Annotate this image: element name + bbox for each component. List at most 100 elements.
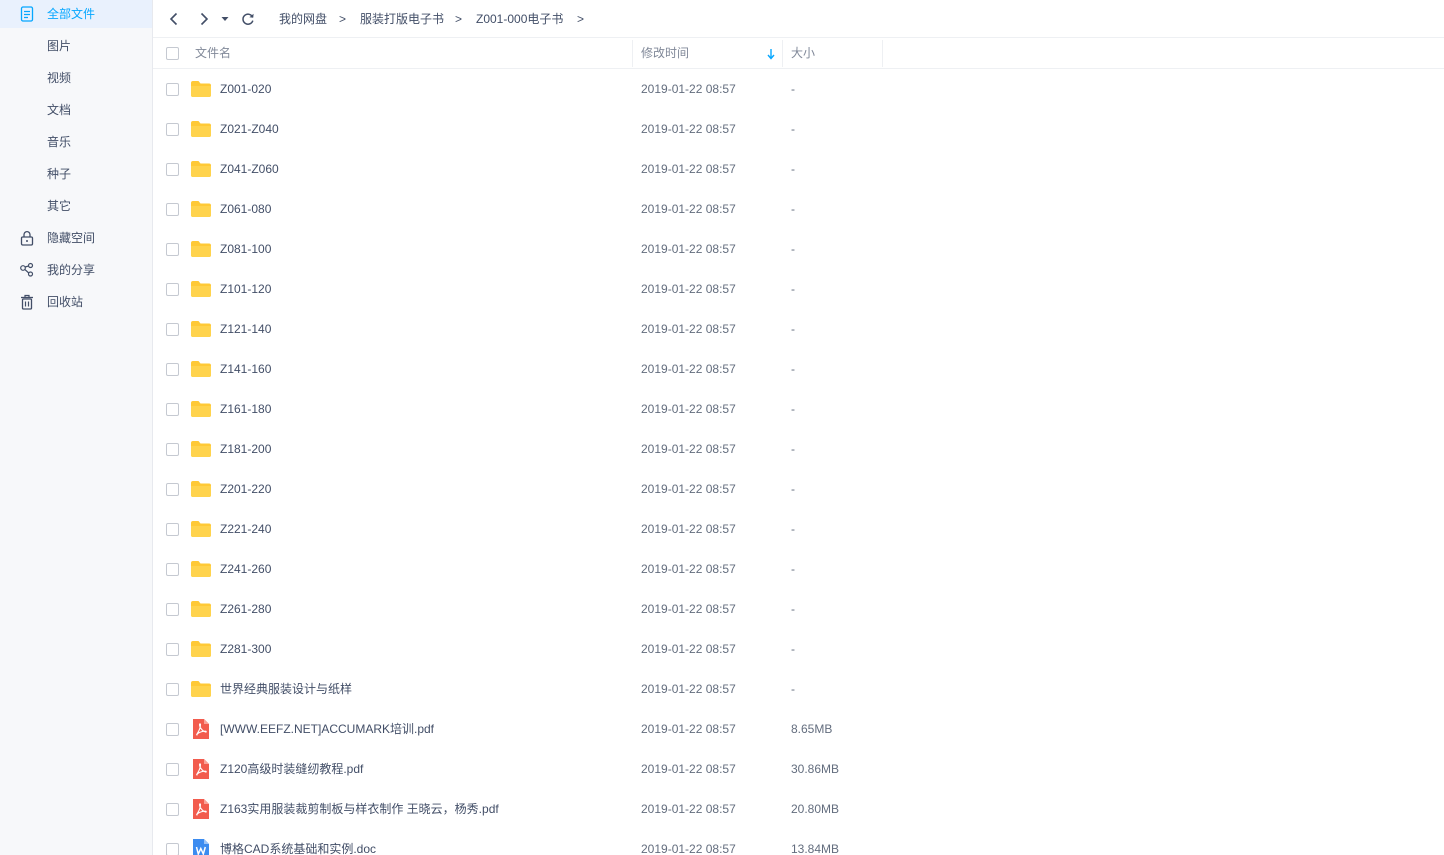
- table-row[interactable]: Z161-180 2019-01-22 08:57 -: [153, 389, 1444, 429]
- file-modified-time: 2019-01-22 08:57: [641, 602, 736, 616]
- forward-icon: [200, 12, 209, 26]
- sidebar-item[interactable]: 其它: [0, 192, 152, 220]
- table-row[interactable]: Z181-200 2019-01-22 08:57 -: [153, 429, 1444, 469]
- back-button[interactable]: [165, 10, 183, 28]
- table-row[interactable]: 世界经典服装设计与纸样 2019-01-22 08:57 -: [153, 669, 1444, 709]
- column-header-size[interactable]: 大小: [791, 38, 815, 69]
- file-name[interactable]: Z001-020: [220, 81, 271, 97]
- file-name[interactable]: Z161-180: [220, 401, 271, 417]
- file-name[interactable]: Z021-Z040: [220, 121, 279, 137]
- table-row[interactable]: Z061-080 2019-01-22 08:57 -: [153, 189, 1444, 229]
- sidebar-item[interactable]: 种子: [0, 160, 152, 188]
- file-name[interactable]: Z041-Z060: [220, 161, 279, 177]
- sidebar-item-label: 种子: [47, 167, 72, 181]
- sidebar-item[interactable]: 图片: [0, 32, 152, 60]
- table-row[interactable]: 博格CAD系统基础和实例.doc 2019-01-22 08:57 13.84MB: [153, 829, 1444, 855]
- row-checkbox[interactable]: [166, 443, 179, 456]
- file-name[interactable]: [WWW.EEFZ.NET]ACCUMARK培训.pdf: [220, 721, 434, 737]
- column-header-name[interactable]: 文件名: [195, 38, 231, 69]
- sidebar-item[interactable]: 全部文件: [0, 0, 152, 28]
- row-checkbox[interactable]: [166, 763, 179, 776]
- pdf-file-icon: [190, 799, 212, 819]
- file-name[interactable]: 世界经典服装设计与纸样: [220, 681, 352, 697]
- table-row[interactable]: Z041-Z060 2019-01-22 08:57 -: [153, 149, 1444, 189]
- table-row[interactable]: Z221-240 2019-01-22 08:57 -: [153, 509, 1444, 549]
- file-size: -: [791, 602, 795, 616]
- file-name[interactable]: Z241-260: [220, 561, 271, 577]
- sidebar-item-label: 全部文件: [47, 7, 96, 21]
- table-row[interactable]: Z261-280 2019-01-22 08:57 -: [153, 589, 1444, 629]
- file-modified-time: 2019-01-22 08:57: [641, 802, 736, 816]
- table-row[interactable]: Z021-Z040 2019-01-22 08:57 -: [153, 109, 1444, 149]
- row-checkbox[interactable]: [166, 603, 179, 616]
- file-name[interactable]: Z181-200: [220, 441, 271, 457]
- file-modified-time: 2019-01-22 08:57: [641, 842, 736, 855]
- row-checkbox[interactable]: [166, 243, 179, 256]
- row-checkbox[interactable]: [166, 403, 179, 416]
- file-size: 8.65MB: [791, 722, 833, 736]
- file-list: Z001-020 2019-01-22 08:57 - Z021-Z040 2019-0…: [153, 69, 1444, 855]
- file-name[interactable]: Z061-080: [220, 201, 271, 217]
- table-row[interactable]: Z081-100 2019-01-22 08:57 -: [153, 229, 1444, 269]
- sidebar-item[interactable]: 视频: [0, 64, 152, 92]
- row-checkbox[interactable]: [166, 843, 179, 855]
- file-name[interactable]: Z221-240: [220, 521, 271, 537]
- file-name[interactable]: 博格CAD系统基础和实例.doc: [220, 841, 376, 855]
- table-row[interactable]: Z163实用服装裁剪制板与样衣制作 王晓云，杨秀.pdf 2019-01-22 0…: [153, 789, 1444, 829]
- sidebar-item[interactable]: 音乐: [0, 128, 152, 156]
- row-checkbox[interactable]: [166, 643, 179, 656]
- file-size: -: [791, 682, 795, 696]
- row-checkbox[interactable]: [166, 363, 179, 376]
- row-checkbox[interactable]: [166, 123, 179, 136]
- sidebar-item[interactable]: 隐藏空间: [0, 224, 152, 252]
- table-row[interactable]: Z141-160 2019-01-22 08:57 -: [153, 349, 1444, 389]
- table-row[interactable]: Z201-220 2019-01-22 08:57 -: [153, 469, 1444, 509]
- row-checkbox[interactable]: [166, 323, 179, 336]
- table-row[interactable]: Z281-300 2019-01-22 08:57 -: [153, 629, 1444, 669]
- sort-descending-icon[interactable]: [767, 48, 775, 60]
- row-checkbox[interactable]: [166, 803, 179, 816]
- sidebar-item[interactable]: 回收站: [0, 288, 152, 316]
- row-checkbox[interactable]: [166, 283, 179, 296]
- sidebar-item[interactable]: 文档: [0, 96, 152, 124]
- table-row[interactable]: [WWW.EEFZ.NET]ACCUMARK培训.pdf 2019-01-22 0…: [153, 709, 1444, 749]
- table-row[interactable]: Z241-260 2019-01-22 08:57 -: [153, 549, 1444, 589]
- file-size: -: [791, 242, 795, 256]
- file-name[interactable]: Z101-120: [220, 281, 271, 297]
- breadcrumb-item[interactable]: 我的网盘: [279, 11, 327, 27]
- file-name[interactable]: Z141-160: [220, 361, 271, 377]
- trash-icon: [19, 294, 35, 310]
- file-name[interactable]: Z261-280: [220, 601, 271, 617]
- table-row[interactable]: Z121-140 2019-01-22 08:57 -: [153, 309, 1444, 349]
- folder-icon: [190, 199, 212, 219]
- table-row[interactable]: Z001-020 2019-01-22 08:57 -: [153, 69, 1444, 109]
- row-checkbox[interactable]: [166, 723, 179, 736]
- row-checkbox[interactable]: [166, 83, 179, 96]
- file-name[interactable]: Z081-100: [220, 241, 271, 257]
- folder-icon: [190, 559, 212, 579]
- row-checkbox[interactable]: [166, 683, 179, 696]
- select-all-checkbox[interactable]: [166, 47, 179, 60]
- row-checkbox[interactable]: [166, 563, 179, 576]
- file-name[interactable]: Z281-300: [220, 641, 271, 657]
- forward-button[interactable]: [195, 10, 213, 28]
- breadcrumb-item[interactable]: Z001-000电子书: [476, 11, 563, 27]
- row-checkbox[interactable]: [166, 163, 179, 176]
- file-name[interactable]: Z121-140: [220, 321, 271, 337]
- back-icon: [169, 12, 178, 26]
- file-name[interactable]: Z120高级时装缝纫教程.pdf: [220, 761, 363, 777]
- table-row[interactable]: Z101-120 2019-01-22 08:57 -: [153, 269, 1444, 309]
- row-checkbox[interactable]: [166, 523, 179, 536]
- refresh-button[interactable]: [239, 10, 257, 28]
- table-row[interactable]: Z120高级时装缝纫教程.pdf 2019-01-22 08:57 30.86MB: [153, 749, 1444, 789]
- column-header-modified[interactable]: 修改时间: [641, 38, 689, 69]
- file-name[interactable]: Z163实用服装裁剪制板与样衣制作 王晓云，杨秀.pdf: [220, 801, 499, 817]
- row-checkbox[interactable]: [166, 483, 179, 496]
- file-name[interactable]: Z201-220: [220, 481, 271, 497]
- breadcrumb-item[interactable]: 服装打版电子书: [360, 11, 444, 27]
- sidebar-item[interactable]: 我的分享: [0, 256, 152, 284]
- row-checkbox[interactable]: [166, 203, 179, 216]
- pdf-file-icon: [190, 719, 212, 739]
- column-divider: [882, 40, 883, 67]
- history-dropdown-button[interactable]: [219, 10, 231, 28]
